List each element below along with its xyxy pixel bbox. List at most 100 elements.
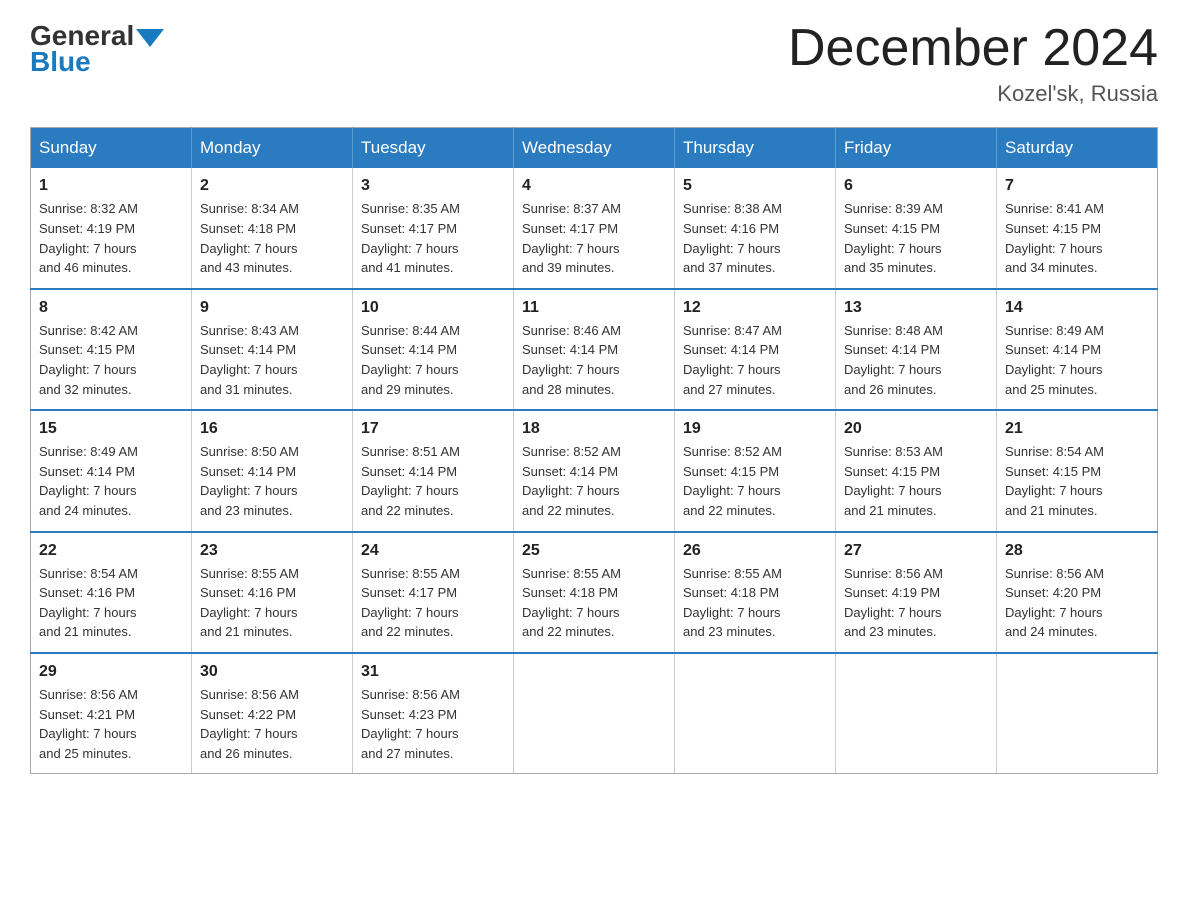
day-info: Sunrise: 8:53 AMSunset: 4:15 PMDaylight:… [844, 444, 943, 518]
day-info: Sunrise: 8:52 AMSunset: 4:14 PMDaylight:… [522, 444, 621, 518]
day-info: Sunrise: 8:49 AMSunset: 4:14 PMDaylight:… [1005, 323, 1104, 397]
table-row: 16 Sunrise: 8:50 AMSunset: 4:14 PMDaylig… [192, 410, 353, 531]
calendar-week-row: 15 Sunrise: 8:49 AMSunset: 4:14 PMDaylig… [31, 410, 1158, 531]
day-number: 4 [522, 174, 666, 197]
day-info: Sunrise: 8:46 AMSunset: 4:14 PMDaylight:… [522, 323, 621, 397]
table-row: 24 Sunrise: 8:55 AMSunset: 4:17 PMDaylig… [353, 532, 514, 653]
col-tuesday: Tuesday [353, 128, 514, 169]
day-number: 10 [361, 296, 505, 319]
day-number: 20 [844, 417, 988, 440]
day-info: Sunrise: 8:56 AMSunset: 4:19 PMDaylight:… [844, 566, 943, 640]
month-year-title: December 2024 [788, 20, 1158, 77]
day-number: 24 [361, 539, 505, 562]
day-number: 22 [39, 539, 183, 562]
calendar-header-row: Sunday Monday Tuesday Wednesday Thursday… [31, 128, 1158, 169]
day-info: Sunrise: 8:55 AMSunset: 4:18 PMDaylight:… [683, 566, 782, 640]
day-info: Sunrise: 8:41 AMSunset: 4:15 PMDaylight:… [1005, 201, 1104, 275]
table-row: 27 Sunrise: 8:56 AMSunset: 4:19 PMDaylig… [836, 532, 997, 653]
day-info: Sunrise: 8:37 AMSunset: 4:17 PMDaylight:… [522, 201, 621, 275]
day-info: Sunrise: 8:48 AMSunset: 4:14 PMDaylight:… [844, 323, 943, 397]
table-row: 9 Sunrise: 8:43 AMSunset: 4:14 PMDayligh… [192, 289, 353, 410]
title-section: December 2024 Kozel'sk, Russia [788, 20, 1158, 107]
table-row: 11 Sunrise: 8:46 AMSunset: 4:14 PMDaylig… [514, 289, 675, 410]
day-number: 31 [361, 660, 505, 683]
day-number: 6 [844, 174, 988, 197]
table-row: 21 Sunrise: 8:54 AMSunset: 4:15 PMDaylig… [997, 410, 1158, 531]
table-row [836, 653, 997, 774]
day-number: 12 [683, 296, 827, 319]
col-thursday: Thursday [675, 128, 836, 169]
table-row: 12 Sunrise: 8:47 AMSunset: 4:14 PMDaylig… [675, 289, 836, 410]
table-row [514, 653, 675, 774]
day-number: 17 [361, 417, 505, 440]
day-number: 26 [683, 539, 827, 562]
day-number: 11 [522, 296, 666, 319]
day-number: 2 [200, 174, 344, 197]
logo: General Blue [30, 20, 164, 78]
table-row: 23 Sunrise: 8:55 AMSunset: 4:16 PMDaylig… [192, 532, 353, 653]
table-row: 14 Sunrise: 8:49 AMSunset: 4:14 PMDaylig… [997, 289, 1158, 410]
day-info: Sunrise: 8:54 AMSunset: 4:16 PMDaylight:… [39, 566, 138, 640]
calendar-week-row: 22 Sunrise: 8:54 AMSunset: 4:16 PMDaylig… [31, 532, 1158, 653]
day-number: 16 [200, 417, 344, 440]
day-info: Sunrise: 8:56 AMSunset: 4:21 PMDaylight:… [39, 687, 138, 761]
day-info: Sunrise: 8:35 AMSunset: 4:17 PMDaylight:… [361, 201, 460, 275]
day-number: 19 [683, 417, 827, 440]
table-row [675, 653, 836, 774]
table-row: 19 Sunrise: 8:52 AMSunset: 4:15 PMDaylig… [675, 410, 836, 531]
table-row: 13 Sunrise: 8:48 AMSunset: 4:14 PMDaylig… [836, 289, 997, 410]
logo-arrow-icon [136, 29, 164, 47]
table-row: 22 Sunrise: 8:54 AMSunset: 4:16 PMDaylig… [31, 532, 192, 653]
day-info: Sunrise: 8:38 AMSunset: 4:16 PMDaylight:… [683, 201, 782, 275]
table-row: 10 Sunrise: 8:44 AMSunset: 4:14 PMDaylig… [353, 289, 514, 410]
calendar-table: Sunday Monday Tuesday Wednesday Thursday… [30, 127, 1158, 774]
day-info: Sunrise: 8:43 AMSunset: 4:14 PMDaylight:… [200, 323, 299, 397]
calendar-week-row: 1 Sunrise: 8:32 AMSunset: 4:19 PMDayligh… [31, 168, 1158, 288]
day-number: 21 [1005, 417, 1149, 440]
table-row: 17 Sunrise: 8:51 AMSunset: 4:14 PMDaylig… [353, 410, 514, 531]
day-number: 14 [1005, 296, 1149, 319]
day-number: 7 [1005, 174, 1149, 197]
calendar-week-row: 29 Sunrise: 8:56 AMSunset: 4:21 PMDaylig… [31, 653, 1158, 774]
table-row: 29 Sunrise: 8:56 AMSunset: 4:21 PMDaylig… [31, 653, 192, 774]
table-row: 4 Sunrise: 8:37 AMSunset: 4:17 PMDayligh… [514, 168, 675, 288]
table-row [997, 653, 1158, 774]
day-info: Sunrise: 8:49 AMSunset: 4:14 PMDaylight:… [39, 444, 138, 518]
day-number: 8 [39, 296, 183, 319]
day-number: 23 [200, 539, 344, 562]
day-number: 18 [522, 417, 666, 440]
day-number: 13 [844, 296, 988, 319]
day-number: 30 [200, 660, 344, 683]
day-info: Sunrise: 8:39 AMSunset: 4:15 PMDaylight:… [844, 201, 943, 275]
day-number: 1 [39, 174, 183, 197]
calendar-week-row: 8 Sunrise: 8:42 AMSunset: 4:15 PMDayligh… [31, 289, 1158, 410]
day-number: 27 [844, 539, 988, 562]
day-number: 9 [200, 296, 344, 319]
table-row: 30 Sunrise: 8:56 AMSunset: 4:22 PMDaylig… [192, 653, 353, 774]
table-row: 8 Sunrise: 8:42 AMSunset: 4:15 PMDayligh… [31, 289, 192, 410]
table-row: 20 Sunrise: 8:53 AMSunset: 4:15 PMDaylig… [836, 410, 997, 531]
day-number: 15 [39, 417, 183, 440]
day-info: Sunrise: 8:42 AMSunset: 4:15 PMDaylight:… [39, 323, 138, 397]
table-row: 2 Sunrise: 8:34 AMSunset: 4:18 PMDayligh… [192, 168, 353, 288]
table-row: 15 Sunrise: 8:49 AMSunset: 4:14 PMDaylig… [31, 410, 192, 531]
day-info: Sunrise: 8:56 AMSunset: 4:22 PMDaylight:… [200, 687, 299, 761]
col-sunday: Sunday [31, 128, 192, 169]
logo-blue-text: Blue [30, 46, 91, 78]
day-info: Sunrise: 8:54 AMSunset: 4:15 PMDaylight:… [1005, 444, 1104, 518]
day-number: 3 [361, 174, 505, 197]
table-row: 26 Sunrise: 8:55 AMSunset: 4:18 PMDaylig… [675, 532, 836, 653]
day-number: 5 [683, 174, 827, 197]
table-row: 7 Sunrise: 8:41 AMSunset: 4:15 PMDayligh… [997, 168, 1158, 288]
day-number: 29 [39, 660, 183, 683]
day-info: Sunrise: 8:34 AMSunset: 4:18 PMDaylight:… [200, 201, 299, 275]
day-info: Sunrise: 8:50 AMSunset: 4:14 PMDaylight:… [200, 444, 299, 518]
location-label: Kozel'sk, Russia [788, 81, 1158, 107]
day-info: Sunrise: 8:47 AMSunset: 4:14 PMDaylight:… [683, 323, 782, 397]
day-number: 28 [1005, 539, 1149, 562]
table-row: 5 Sunrise: 8:38 AMSunset: 4:16 PMDayligh… [675, 168, 836, 288]
col-monday: Monday [192, 128, 353, 169]
day-info: Sunrise: 8:44 AMSunset: 4:14 PMDaylight:… [361, 323, 460, 397]
table-row: 28 Sunrise: 8:56 AMSunset: 4:20 PMDaylig… [997, 532, 1158, 653]
day-info: Sunrise: 8:56 AMSunset: 4:20 PMDaylight:… [1005, 566, 1104, 640]
